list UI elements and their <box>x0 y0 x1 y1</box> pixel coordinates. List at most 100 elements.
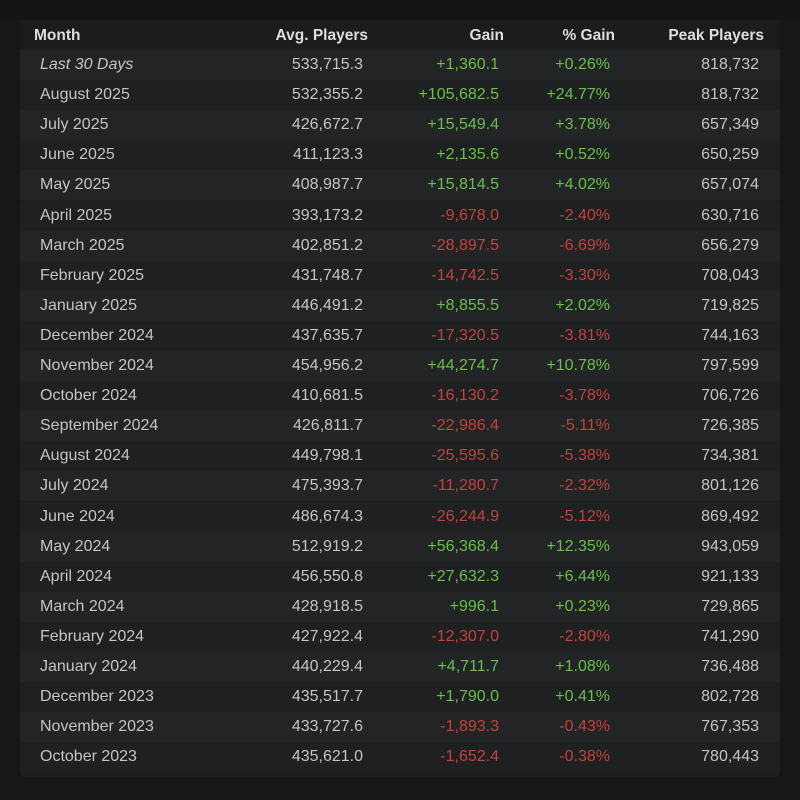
table-row: December 2023 435,517.7 +1,790.0 +0.41% 802,… <box>20 682 780 713</box>
avg-players-cell: 408,987.7 <box>291 176 363 194</box>
peak-players-cell: 943,059 <box>701 537 759 555</box>
table-row: May 2025 408,987.7 +15,814.5 +4.02% 657,074 <box>20 170 780 201</box>
table-row: August 2025 532,355.2 +105,682.5 +24.77% 818… <box>20 80 780 111</box>
month-cell: Last 30 Days <box>40 56 134 73</box>
month-cell: January 2025 <box>40 296 137 314</box>
peak-players-cell: 818,732 <box>701 86 759 104</box>
avg-players-cell: 410,681.5 <box>291 387 363 405</box>
gain-cell: +56,368.4 <box>427 537 499 555</box>
header-gain[interactable]: Gain <box>470 27 504 45</box>
pct-gain-cell: -2.80% <box>559 627 610 645</box>
peak-players-cell: 650,259 <box>701 146 759 164</box>
pct-gain-cell: -2.32% <box>559 477 610 495</box>
month-cell: April 2025 <box>40 206 113 224</box>
gain-cell: +4,711.7 <box>437 658 499 675</box>
peak-players-cell: 630,716 <box>701 206 759 224</box>
month-cell: February 2025 <box>40 266 145 284</box>
table-row: February 2024 427,922.4 -12,307.0 -2.80% 741… <box>20 621 780 652</box>
pct-gain-cell: +0.41% <box>555 688 610 706</box>
month-cell: August 2024 <box>40 447 130 465</box>
pct-gain-cell: -0.43% <box>559 718 610 736</box>
gain-cell: -26,244.9 <box>431 507 499 525</box>
peak-players-cell: 767,353 <box>701 718 759 736</box>
header-month[interactable]: Month <box>34 27 80 45</box>
table-row: March 2024 428,918.5 +996.1 +0.23% 729,865 <box>20 591 780 622</box>
table-row: March 2025 402,851.2 -28,897.5 -6.69% 656,27… <box>20 230 780 261</box>
gain-cell: -22,986.4 <box>431 417 499 435</box>
month-cell: May 2025 <box>40 176 111 194</box>
pct-gain-cell: -5.38% <box>559 447 610 465</box>
pct-gain-cell: -0.38% <box>559 748 610 766</box>
avg-players-cell: 446,491.2 <box>291 296 363 314</box>
gain-cell: +105,682.5 <box>418 86 499 104</box>
month-cell: November 2023 <box>40 718 154 736</box>
avg-players-cell: 411,123.3 <box>293 146 363 164</box>
top-strip <box>0 0 800 20</box>
gain-cell: -16,130.2 <box>431 387 499 405</box>
pct-gain-cell: +12.35% <box>546 537 610 555</box>
month-cell: March 2025 <box>40 236 125 254</box>
header-pct-gain[interactable]: % Gain <box>562 27 615 45</box>
pct-gain-cell: -3.78% <box>559 387 610 405</box>
gain-cell: +15,814.5 <box>427 176 499 194</box>
peak-players-cell: 657,349 <box>701 116 759 134</box>
avg-players-cell: 426,672.7 <box>291 116 363 134</box>
pct-gain-cell: -5.12% <box>559 507 610 525</box>
table-row: July 2024 475,393.7 -11,280.7 -2.32% 801,126 <box>20 471 780 502</box>
avg-players-cell: 512,919.2 <box>291 537 363 555</box>
gain-cell: +27,632.3 <box>427 567 499 585</box>
avg-players-cell: 440,229.4 <box>291 658 363 675</box>
avg-players-cell: 486,674.3 <box>291 507 363 525</box>
table-row: December 2024 437,635.7 -17,320.5 -3.81% 744… <box>20 320 780 351</box>
avg-players-cell: 437,635.7 <box>291 326 363 344</box>
avg-players-cell: 431,748.7 <box>291 266 363 284</box>
avg-players-cell: 533,715.3 <box>291 56 363 73</box>
month-cell: July 2025 <box>40 116 109 134</box>
month-cell: September 2024 <box>40 417 159 435</box>
table-row: October 2023 435,621.0 -1,652.4 -0.38% 780,4… <box>20 742 780 773</box>
header-avg-players[interactable]: Avg. Players <box>276 27 368 45</box>
avg-players-cell: 456,550.8 <box>291 567 363 585</box>
gain-cell: +8,855.5 <box>436 296 499 314</box>
avg-players-cell: 393,173.2 <box>291 206 363 224</box>
month-cell: November 2024 <box>40 357 154 374</box>
table-row: Last 30 Days 533,715.3 +1,360.1 +0.26% 818,7… <box>20 50 780 80</box>
peak-players-cell: 734,381 <box>701 447 759 465</box>
avg-players-cell: 435,621.0 <box>291 748 363 766</box>
avg-players-cell: 435,517.7 <box>291 688 363 706</box>
pct-gain-cell: -5.11% <box>560 417 610 435</box>
table-row: April 2024 456,550.8 +27,632.3 +6.44% 921,13… <box>20 561 780 592</box>
avg-players-cell: 449,798.1 <box>291 447 363 465</box>
gain-cell: -9,678.0 <box>440 206 499 224</box>
header-peak-players[interactable]: Peak Players <box>668 27 764 45</box>
peak-players-cell: 869,492 <box>701 507 759 525</box>
month-cell: June 2025 <box>40 146 115 164</box>
table-row: April 2025 393,173.2 -9,678.0 -2.40% 630,716 <box>20 200 780 231</box>
gain-cell: +1,360.1 <box>436 56 499 73</box>
pct-gain-cell: +24.77% <box>546 86 610 104</box>
avg-players-cell: 532,355.2 <box>291 86 363 104</box>
table-row: January 2025 446,491.2 +8,855.5 +2.02% 719,8… <box>20 290 780 321</box>
month-cell: March 2024 <box>40 597 125 615</box>
peak-players-cell: 801,126 <box>701 477 759 495</box>
avg-players-cell: 402,851.2 <box>291 236 363 254</box>
peak-players-cell: 744,163 <box>701 326 759 344</box>
table-header: Month Avg. Players Gain % Gain Peak Play… <box>20 20 780 50</box>
gain-cell: -25,595.6 <box>431 447 499 465</box>
month-cell: June 2024 <box>40 507 115 525</box>
table-row: August 2024 449,798.1 -25,595.6 -5.38% 734,3… <box>20 441 780 472</box>
month-cell: April 2024 <box>40 567 113 585</box>
gain-cell: -17,320.5 <box>431 326 499 344</box>
pct-gain-cell: -3.81% <box>559 326 610 344</box>
table-row: October 2024 410,681.5 -16,130.2 -3.78% 706,… <box>20 381 780 412</box>
pct-gain-cell: -6.69% <box>559 236 610 254</box>
pct-gain-cell: -3.30% <box>559 266 610 284</box>
pct-gain-cell: +1.08% <box>555 658 610 675</box>
table-row: November 2023 433,727.6 -1,893.3 -0.43% 767,… <box>20 712 780 743</box>
month-cell: December 2024 <box>40 326 154 344</box>
avg-players-cell: 475,393.7 <box>291 477 363 495</box>
table-row: September 2024 426,811.7 -22,986.4 -5.11% 72… <box>20 411 780 442</box>
peak-players-cell: 818,732 <box>701 56 759 73</box>
table-row: November 2024 454,956.2 +44,274.7 +10.78% 79… <box>20 351 780 381</box>
pct-gain-cell: +10.78% <box>546 357 610 374</box>
